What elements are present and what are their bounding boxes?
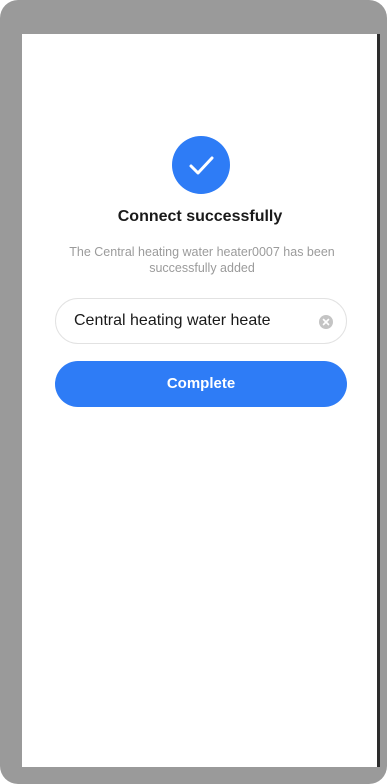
device-name-input[interactable]: Central heating water heate <box>55 298 347 344</box>
success-message: The Central heating water heater0007 has… <box>69 245 335 275</box>
device-frame: Connect successfully The Central heating… <box>0 0 387 784</box>
clear-icon[interactable] <box>319 315 333 329</box>
check-circle-icon <box>172 136 230 194</box>
page-title: Connect successfully <box>117 208 283 225</box>
complete-button[interactable]: Complete <box>55 361 347 407</box>
app-screen: Connect successfully The Central heating… <box>22 34 380 767</box>
device-name-value[interactable]: Central heating water heate <box>74 312 271 330</box>
screen-edge <box>377 34 380 767</box>
